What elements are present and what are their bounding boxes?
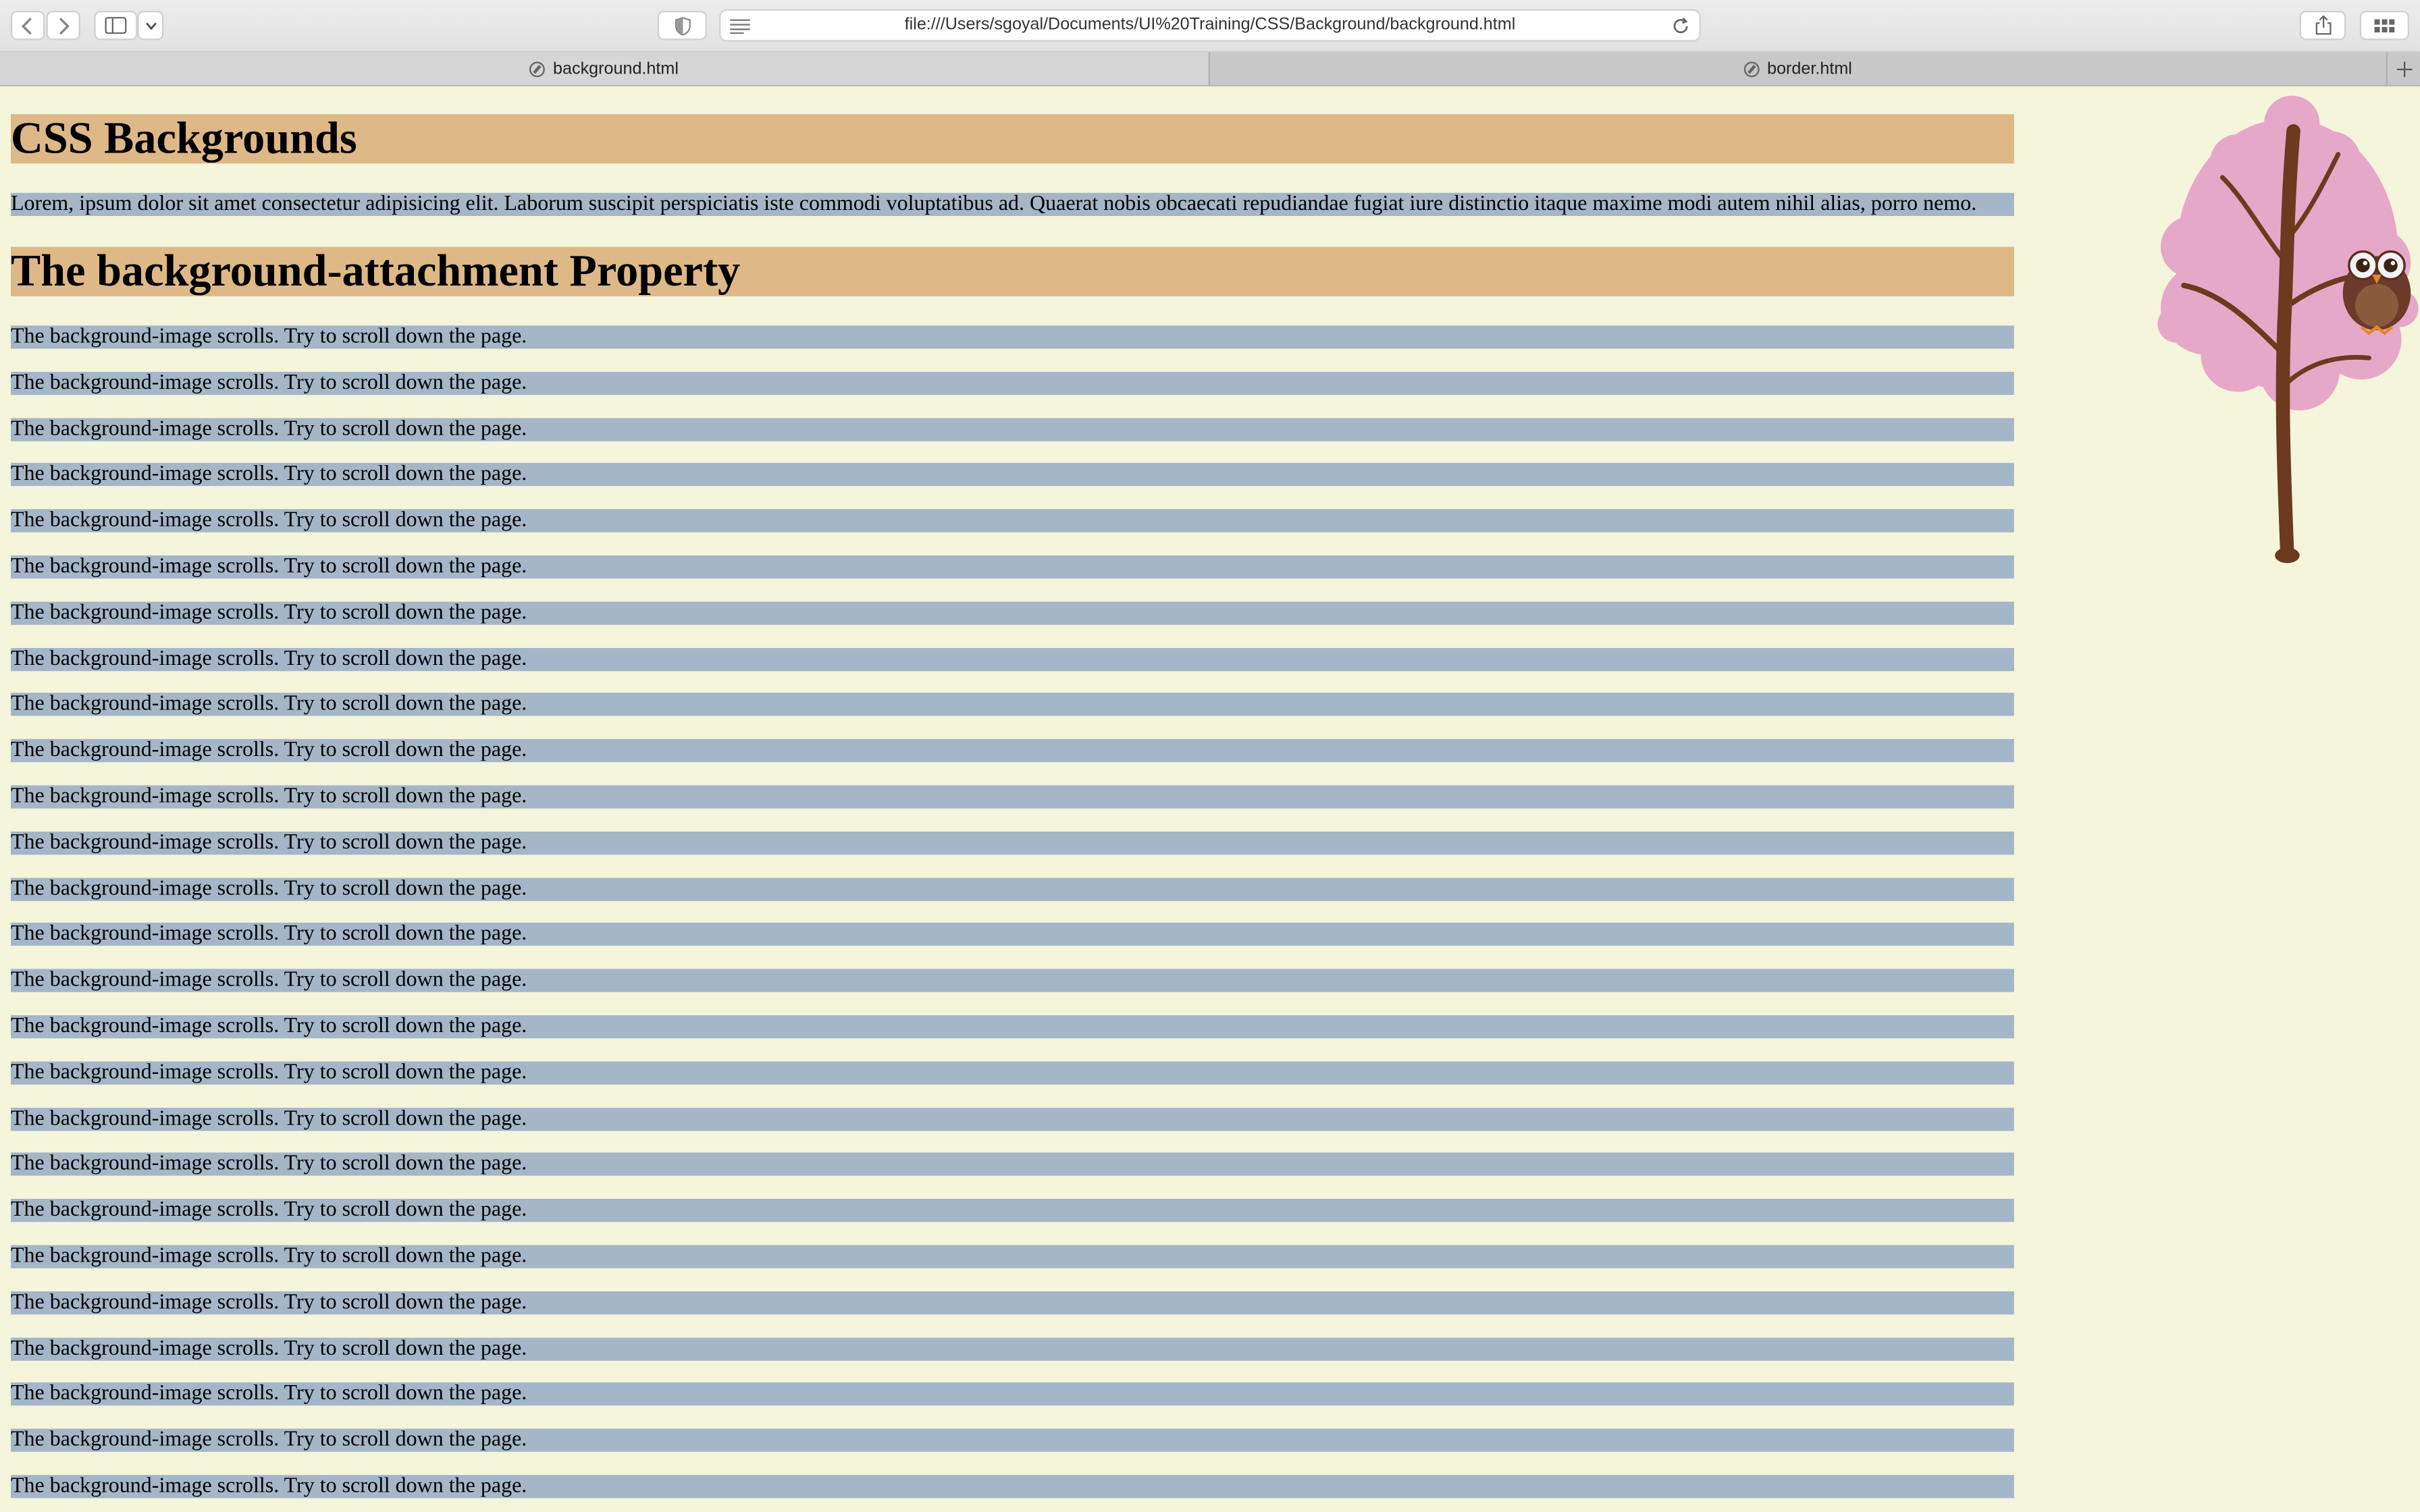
- scroll-text-line: The background-image scrolls. Try to scr…: [10, 1107, 2014, 1131]
- sidebar-icon: [105, 17, 127, 34]
- page-content: CSS Backgrounds Lorem, ipsum dolor sit a…: [0, 85, 2420, 1512]
- scroll-text-line: The background-image scrolls. Try to scr…: [10, 463, 2014, 487]
- tab-background-html[interactable]: background.html: [0, 52, 1210, 85]
- compass-icon: [529, 61, 546, 77]
- scroll-text-line: The background-image scrolls. Try to scr…: [10, 1382, 2014, 1407]
- share-icon: [2315, 15, 2331, 35]
- privacy-shield-icon: [674, 16, 690, 35]
- compass-icon: [1743, 61, 1760, 77]
- scroll-text-line: The background-image scrolls. Try to scr…: [10, 647, 2014, 671]
- scroll-text-line: The background-image scrolls. Try to scr…: [10, 693, 2014, 717]
- scroll-text-line: The background-image scrolls. Try to scr…: [10, 1291, 2014, 1314]
- scroll-text-line: The background-image scrolls. Try to scr…: [10, 923, 2014, 947]
- scroll-text-line: The background-image scrolls. Try to scr…: [10, 509, 2014, 533]
- section-heading: The background-attachment Property: [10, 246, 2014, 296]
- address-bar[interactable]: file:///Users/sgoyal/Documents/UI%20Trai…: [719, 9, 1701, 42]
- scroll-text-line: The background-image scrolls. Try to scr…: [10, 1015, 2014, 1039]
- scroll-text-line: The background-image scrolls. Try to scr…: [10, 555, 2014, 579]
- back-icon: [21, 17, 32, 34]
- address-url[interactable]: file:///Users/sgoyal/Documents/UI%20Trai…: [720, 16, 1699, 34]
- new-tab-button[interactable]: [2386, 52, 2420, 85]
- browser-toolbar: file:///Users/sgoyal/Documents/UI%20Trai…: [0, 0, 2420, 53]
- tab-overview-icon: [2374, 18, 2395, 32]
- new-tab-icon: [2396, 61, 2413, 77]
- tab-label: border.html: [1767, 59, 1852, 78]
- scroll-text-line: The background-image scrolls. Try to scr…: [10, 969, 2014, 993]
- scroll-text-line: The background-image scrolls. Try to scr…: [10, 1245, 2014, 1268]
- scroll-text-line: The background-image scrolls. Try to scr…: [10, 325, 2014, 349]
- scroll-text-line: The background-image scrolls. Try to scr…: [10, 877, 2014, 900]
- scroll-text-line: The background-image scrolls. Try to scr…: [10, 1336, 2014, 1361]
- scroll-text-line: The background-image scrolls. Try to scr…: [10, 1428, 2014, 1453]
- sidebar-menu-button[interactable]: [137, 10, 164, 40]
- page-title: CSS Backgrounds: [10, 114, 2014, 164]
- scroll-text-line: The background-image scrolls. Try to scr…: [10, 831, 2014, 855]
- scroll-text-line: The background-image scrolls. Try to scr…: [10, 1475, 2014, 1498]
- sidebar-button[interactable]: [94, 10, 138, 40]
- tab-bar: background.html border.html: [0, 52, 2420, 86]
- scroll-text-line: The background-image scrolls. Try to scr…: [10, 601, 2014, 625]
- back-button[interactable]: [10, 10, 45, 40]
- scroll-text-line: The background-image scrolls. Try to scr…: [10, 1153, 2014, 1177]
- forward-button[interactable]: [46, 10, 80, 40]
- forward-icon: [59, 17, 70, 34]
- privacy-report-button[interactable]: [657, 10, 707, 40]
- tab-overview-button[interactable]: [2359, 10, 2409, 40]
- tab-label: background.html: [553, 59, 679, 78]
- intro-paragraph: Lorem, ipsum dolor sit amet consectetur …: [10, 192, 2014, 216]
- tab-border-html[interactable]: border.html: [1210, 53, 2386, 85]
- scroll-text-line: The background-image scrolls. Try to scr…: [10, 1061, 2014, 1085]
- scroll-text-line: The background-image scrolls. Try to scr…: [10, 417, 2014, 441]
- tree-owl-background-image: [2157, 95, 2419, 564]
- chevron-down-icon: [144, 22, 156, 30]
- reload-icon[interactable]: [1671, 17, 1689, 35]
- scroll-text-line: The background-image scrolls. Try to scr…: [10, 371, 2014, 395]
- share-button[interactable]: [2299, 10, 2346, 40]
- scroll-text-line: The background-image scrolls. Try to scr…: [10, 785, 2014, 809]
- scroll-text-line: The background-image scrolls. Try to scr…: [10, 1199, 2014, 1222]
- scroll-text-line: The background-image scrolls. Try to scr…: [10, 739, 2014, 763]
